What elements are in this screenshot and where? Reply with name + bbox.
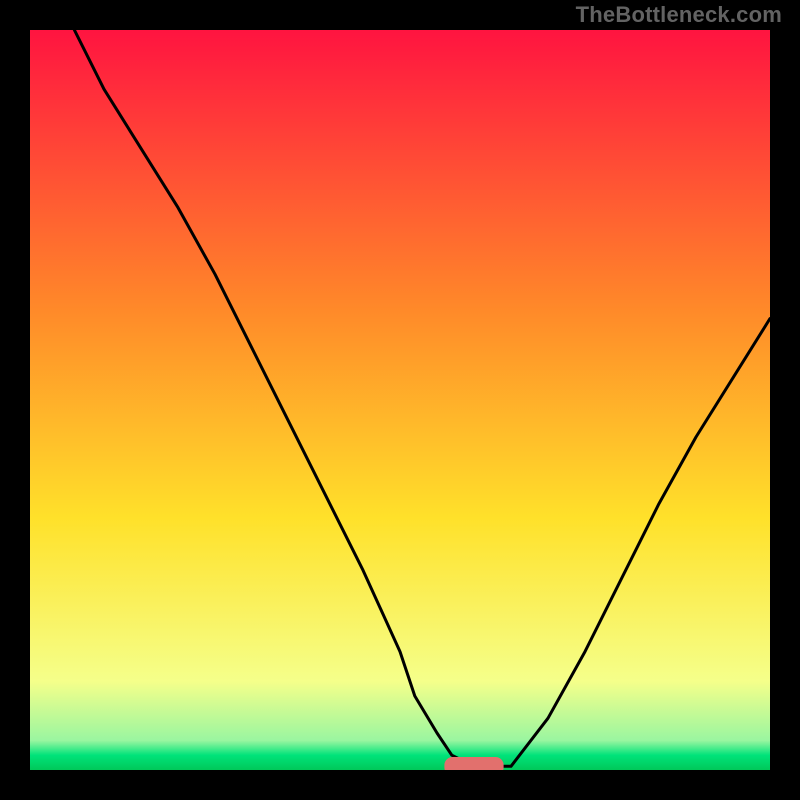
chart-svg	[30, 30, 770, 770]
chart-frame: TheBottleneck.com	[0, 0, 800, 800]
gradient-background	[30, 30, 770, 770]
watermark-text: TheBottleneck.com	[576, 2, 782, 28]
optimal-marker	[444, 757, 503, 770]
chart-plot-area	[30, 30, 770, 770]
